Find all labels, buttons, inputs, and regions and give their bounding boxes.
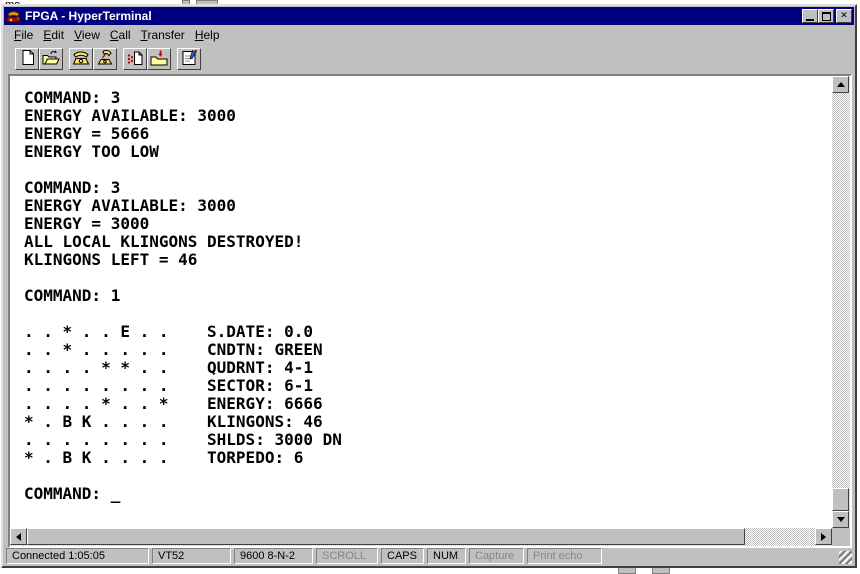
properties-icon <box>181 49 198 69</box>
desktop: { "desktop": { "top_fragment_text": "mo"… <box>0 0 860 574</box>
status-capture: Capture <box>469 548 524 564</box>
send-button[interactable] <box>123 48 147 70</box>
window-controls: ✕ <box>802 9 852 23</box>
status-connected: Connected 1:05:05 <box>6 548 149 564</box>
window-title: FPGA - HyperTerminal <box>25 9 802 23</box>
arrow-down-icon <box>837 517 845 522</box>
terminal-frame: COMMAND: 3 ENERGY AVAILABLE: 3000 ENERGY… <box>8 74 852 548</box>
new-file-icon <box>19 49 36 69</box>
hyperterminal-window: FPGA - HyperTerminal ✕ File Edit View Ca… <box>1 4 857 568</box>
arrow-right-icon <box>821 533 826 541</box>
menu-transfer[interactable]: Transfer <box>136 27 190 43</box>
titlebar[interactable]: FPGA - HyperTerminal ✕ <box>4 7 854 25</box>
receive-button[interactable] <box>147 48 171 70</box>
menu-help[interactable]: Help <box>190 27 225 43</box>
status-caps-lock: CAPS <box>381 548 424 564</box>
menu-view[interactable]: View <box>69 27 105 43</box>
scrollbar-corner <box>832 528 850 546</box>
vertical-scroll-thumb[interactable] <box>832 488 849 511</box>
status-emulation: VT52 <box>152 548 231 564</box>
terminal-screen[interactable]: COMMAND: 3 ENERGY AVAILABLE: 3000 ENERGY… <box>10 76 832 528</box>
new-button[interactable] <box>15 48 39 70</box>
send-file-icon <box>127 50 144 69</box>
disconnect-button[interactable] <box>93 48 117 70</box>
statusbar: Connected 1:05:05 VT52 9600 8-N-2 SCROLL… <box>4 547 854 566</box>
call-button[interactable] <box>69 48 93 70</box>
minimize-button[interactable] <box>802 9 818 23</box>
maximize-icon <box>822 12 831 21</box>
horizontal-scrollbar[interactable] <box>10 528 832 546</box>
open-folder-icon <box>42 50 60 69</box>
status-num-lock: NUM <box>427 548 466 564</box>
open-button[interactable] <box>39 48 63 70</box>
minimize-icon <box>806 19 814 21</box>
toolbar <box>4 45 854 73</box>
disconnect-phone-icon <box>96 50 114 69</box>
close-icon: ✕ <box>840 10 848 22</box>
receive-file-icon <box>150 50 168 69</box>
scroll-up-button[interactable] <box>832 76 849 93</box>
vertical-scrollbar[interactable] <box>832 76 850 528</box>
arrow-left-icon <box>16 533 21 541</box>
scroll-left-button[interactable] <box>10 528 27 545</box>
menubar: File Edit View Call Transfer Help <box>4 26 854 44</box>
menu-edit[interactable]: Edit <box>38 27 69 43</box>
arrow-up-icon <box>837 82 845 87</box>
scroll-down-button[interactable] <box>832 511 849 528</box>
menu-file[interactable]: File <box>9 27 38 43</box>
status-baud: 9600 8-N-2 <box>234 548 313 564</box>
scroll-right-button[interactable] <box>815 528 832 545</box>
maximize-button[interactable] <box>818 9 834 23</box>
properties-button[interactable] <box>177 48 201 70</box>
resize-grip[interactable] <box>839 551 852 564</box>
hyperterminal-icon <box>6 8 22 24</box>
status-scroll-lock: SCROLL <box>316 548 378 564</box>
call-phone-icon <box>72 50 90 69</box>
horizontal-scroll-thumb[interactable] <box>27 528 745 545</box>
close-button[interactable]: ✕ <box>836 9 852 23</box>
menu-call[interactable]: Call <box>105 27 136 43</box>
status-print-echo: Print echo <box>527 548 602 564</box>
